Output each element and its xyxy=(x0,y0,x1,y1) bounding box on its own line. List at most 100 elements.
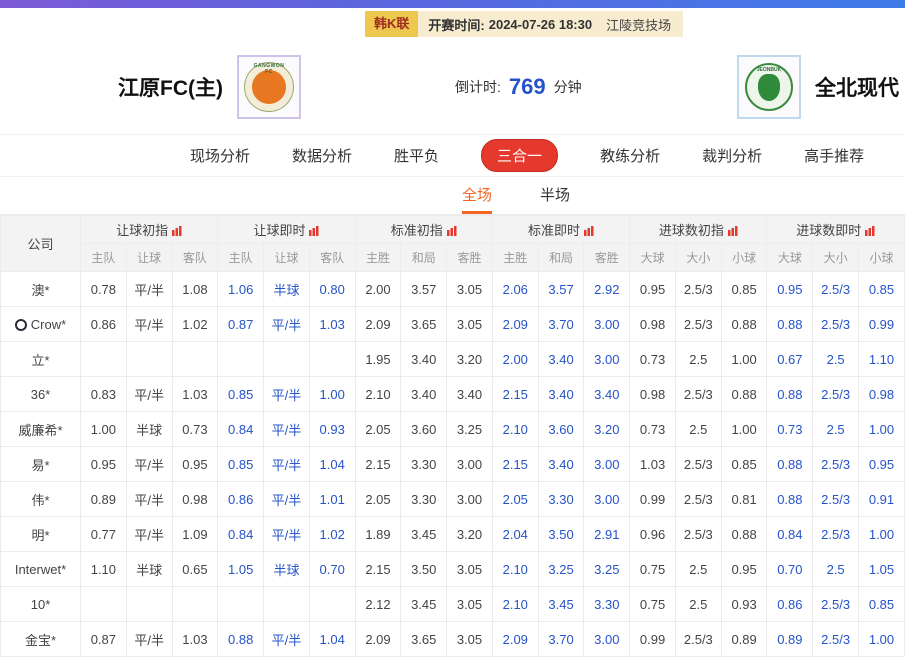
odds-cell[interactable]: 1.03 xyxy=(630,447,676,482)
odds-cell[interactable]: 0.78 xyxy=(81,272,127,307)
odds-cell[interactable]: 3.05 xyxy=(447,587,493,622)
odds-cell[interactable]: 0.77 xyxy=(81,517,127,552)
odds-cell[interactable]: 3.45 xyxy=(401,517,447,552)
company-cell[interactable]: Interwet* xyxy=(1,552,81,587)
odds-cell[interactable]: 0.85 xyxy=(721,272,767,307)
odds-cell[interactable]: 0.99 xyxy=(859,307,905,342)
odds-cell[interactable]: 1.00 xyxy=(309,377,355,412)
odds-cell[interactable]: 0.95 xyxy=(172,447,218,482)
odds-cell[interactable]: 3.00 xyxy=(584,482,630,517)
odds-cell[interactable]: 0.95 xyxy=(767,272,813,307)
odds-cell[interactable]: 0.85 xyxy=(859,587,905,622)
odds-cell[interactable]: 1.00 xyxy=(81,412,127,447)
odds-cell[interactable]: 平/半 xyxy=(126,272,172,307)
odds-cell[interactable]: 0.95 xyxy=(630,272,676,307)
odds-cell[interactable]: 3.30 xyxy=(584,587,630,622)
odds-cell[interactable]: 0.86 xyxy=(81,307,127,342)
odds-cell[interactable]: 3.00 xyxy=(447,447,493,482)
odds-cell[interactable]: 平/半 xyxy=(126,517,172,552)
odds-cell[interactable]: 半球 xyxy=(264,552,310,587)
odds-cell[interactable]: 2.5 xyxy=(675,412,721,447)
company-cell[interactable]: 威廉希* xyxy=(1,412,81,447)
odds-cell[interactable]: 2.15 xyxy=(355,447,401,482)
odds-cell[interactable]: 2.5/3 xyxy=(675,482,721,517)
odds-cell[interactable]: 1.00 xyxy=(859,622,905,657)
odds-cell[interactable]: 2.5 xyxy=(813,552,859,587)
odds-cell[interactable]: 2.5 xyxy=(675,552,721,587)
odds-cell[interactable]: 3.57 xyxy=(538,272,584,307)
odds-cell[interactable]: 1.04 xyxy=(309,622,355,657)
odds-cell[interactable]: 0.88 xyxy=(721,307,767,342)
odds-cell[interactable]: 0.93 xyxy=(309,412,355,447)
odds-cell[interactable]: 2.05 xyxy=(492,482,538,517)
odds-cell[interactable]: 1.89 xyxy=(355,517,401,552)
odds-cell[interactable]: 3.57 xyxy=(401,272,447,307)
nav-item-coach-analysis[interactable]: 教练分析 xyxy=(600,145,660,166)
odds-cell[interactable]: 3.40 xyxy=(584,377,630,412)
odds-cell[interactable]: 2.5 xyxy=(675,342,721,377)
odds-cell[interactable]: 3.60 xyxy=(401,412,447,447)
odds-cell[interactable]: 0.88 xyxy=(721,377,767,412)
odds-cell[interactable]: 0.88 xyxy=(767,447,813,482)
odds-cell[interactable]: 0.86 xyxy=(767,587,813,622)
odds-cell[interactable]: 3.65 xyxy=(401,622,447,657)
odds-cell[interactable]: 0.88 xyxy=(767,377,813,412)
odds-cell[interactable]: 3.45 xyxy=(538,587,584,622)
odds-cell[interactable]: 3.00 xyxy=(584,622,630,657)
odds-cell[interactable]: 0.93 xyxy=(721,587,767,622)
odds-cell[interactable]: 0.88 xyxy=(721,517,767,552)
odds-cell[interactable]: 0.73 xyxy=(767,412,813,447)
odds-cell[interactable]: 3.40 xyxy=(447,377,493,412)
odds-cell[interactable]: 2.5 xyxy=(813,412,859,447)
odds-cell[interactable]: 平/半 xyxy=(264,412,310,447)
odds-cell[interactable]: 0.65 xyxy=(172,552,218,587)
odds-cell[interactable]: 3.40 xyxy=(538,377,584,412)
odds-cell[interactable]: 0.84 xyxy=(218,517,264,552)
odds-cell[interactable]: 1.02 xyxy=(172,307,218,342)
odds-cell[interactable]: 3.00 xyxy=(584,307,630,342)
odds-cell[interactable]: 1.03 xyxy=(309,307,355,342)
odds-cell[interactable]: 平/半 xyxy=(264,307,310,342)
odds-cell[interactable]: 平/半 xyxy=(126,447,172,482)
odds-cell[interactable]: 平/半 xyxy=(126,622,172,657)
odds-cell[interactable]: 半球 xyxy=(126,412,172,447)
odds-cell[interactable]: 3.30 xyxy=(401,482,447,517)
odds-cell[interactable]: 3.60 xyxy=(538,412,584,447)
odds-cell[interactable]: 0.87 xyxy=(218,307,264,342)
company-cell[interactable]: 明* xyxy=(1,517,81,552)
odds-cell[interactable]: 1.08 xyxy=(172,272,218,307)
odds-cell[interactable]: 0.75 xyxy=(630,552,676,587)
odds-cell[interactable]: 3.00 xyxy=(447,482,493,517)
nav-item-win-draw-loss[interactable]: 胜平负 xyxy=(394,145,439,166)
nav-item-expert-picks[interactable]: 高手推荐 xyxy=(804,145,864,166)
odds-cell[interactable]: 3.40 xyxy=(538,447,584,482)
nav-item-referee-analysis[interactable]: 裁判分析 xyxy=(702,145,762,166)
odds-cell[interactable]: 3.00 xyxy=(584,447,630,482)
odds-cell[interactable]: 2.5/3 xyxy=(675,517,721,552)
odds-cell[interactable]: 2.12 xyxy=(355,587,401,622)
odds-cell[interactable]: 3.25 xyxy=(538,552,584,587)
odds-cell[interactable]: 2.09 xyxy=(355,622,401,657)
odds-cell[interactable]: 2.15 xyxy=(492,447,538,482)
odds-cell[interactable]: 0.84 xyxy=(767,517,813,552)
odds-cell[interactable]: 0.95 xyxy=(721,552,767,587)
odds-cell[interactable]: 2.05 xyxy=(355,412,401,447)
odds-cell[interactable]: 3.20 xyxy=(447,517,493,552)
odds-cell[interactable]: 0.96 xyxy=(630,517,676,552)
odds-cell[interactable]: 1.10 xyxy=(859,342,905,377)
company-cell[interactable]: 10* xyxy=(1,587,81,622)
odds-cell[interactable]: 2.10 xyxy=(355,377,401,412)
odds-cell[interactable]: 2.5/3 xyxy=(675,622,721,657)
odds-cell[interactable]: 半球 xyxy=(126,552,172,587)
odds-cell[interactable]: 2.5/3 xyxy=(813,587,859,622)
odds-cell[interactable]: 0.73 xyxy=(630,412,676,447)
odds-cell[interactable]: 3.70 xyxy=(538,622,584,657)
odds-cell[interactable]: 0.95 xyxy=(859,447,905,482)
odds-cell[interactable]: 0.98 xyxy=(172,482,218,517)
odds-cell[interactable]: 0.75 xyxy=(630,587,676,622)
odds-cell[interactable]: 2.5/3 xyxy=(813,622,859,657)
odds-cell[interactable]: 1.09 xyxy=(172,517,218,552)
odds-cell[interactable]: 0.85 xyxy=(218,447,264,482)
odds-cell[interactable]: 3.00 xyxy=(584,342,630,377)
odds-cell[interactable]: 0.85 xyxy=(218,377,264,412)
